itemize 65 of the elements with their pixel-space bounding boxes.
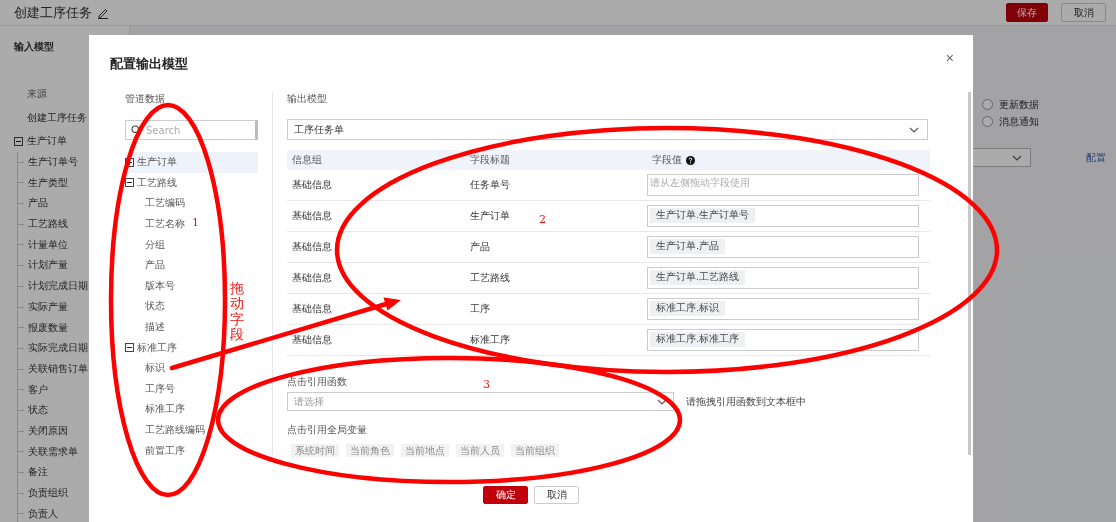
dialog-title: 配置输出模型 [110,57,188,71]
annotation-number: 2 [539,213,546,226]
option-label: 更新数据 [999,97,1039,112]
value-field[interactable]: 标准工序.标准工序 [647,329,919,351]
primary-button[interactable]: 保存 [1006,3,1048,22]
table-cell: 基础信息 [292,240,332,254]
collapse-icon[interactable] [125,343,134,353]
table-cell: 基础信息 [292,178,332,192]
field-tag[interactable]: 生产订单.生产订单号 [650,208,756,223]
search-icon [131,125,141,135]
field-tag[interactable]: 标准工序.标识 [650,301,726,316]
value-field[interactable]: 生产订单.工艺路线 [647,267,919,289]
table-cell: 基础信息 [292,209,332,223]
field-tag[interactable]: 生产订单.产品 [650,239,726,254]
field-tag[interactable]: 标准工序.标准工序 [650,332,746,347]
hint-text: 请拖拽引用函数到文本框中 [686,394,806,409]
option-label: 消息通知 [999,114,1039,129]
source-value: 创建工序任务 [27,111,88,125]
config-link[interactable]: 配置 [1086,150,1106,165]
table-cell: 标准工序 [470,333,510,347]
chevron-down-icon [1012,154,1022,161]
page-title: 创建工序任务 [14,3,92,22]
collapse-icon[interactable] [14,136,23,146]
tree-item[interactable]: 负责组织 [18,482,129,504]
table-cell: 任务单号 [470,178,510,192]
section-title: 输出模型 [287,92,328,106]
table-cell: 工艺路线 [470,271,510,285]
secondary-button[interactable]: 取消 [534,486,579,504]
table-cell: 基础信息 [292,302,332,316]
pencil-icon[interactable] [97,6,109,19]
tree-item[interactable]: 负责人 [18,503,129,522]
annotation-number: 3 [483,378,490,391]
search-field[interactable]: Search [125,120,258,140]
value-field[interactable]: 生产订单.生产订单号 [647,205,919,227]
radio-button[interactable] [982,99,993,110]
column-header: 信息组 [291,153,323,167]
scrollbar[interactable] [968,92,971,455]
table-cell: 基础信息 [292,271,332,285]
field-label: 点击引用全局变量 [287,424,367,436]
primary-button[interactable]: 确定 [483,486,528,504]
chevron-down-icon [657,398,667,405]
column-header: 字段标题 [469,153,511,167]
source-label: 来源 [27,87,48,101]
model-select[interactable]: 工序任务单 [287,119,928,140]
table-cell: 工序 [470,302,490,316]
chevron-down-icon [909,126,919,133]
column-header: 字段值 [647,153,930,167]
table-cell: 基础信息 [292,333,332,347]
section-title: 管道数据 [125,92,166,106]
secondary-button[interactable]: 取消 [1061,3,1106,22]
value-field[interactable]: 生产订单.产品 [647,236,919,258]
annotation-text: 拖动字段 [230,281,244,343]
field-label: 点击引用函数 [287,376,347,388]
annotation-number: 1 [192,216,199,229]
table-cell: 产品 [470,240,490,254]
collapse-icon[interactable] [125,178,134,188]
value-field[interactable]: 请从左侧拖动字段使用 [647,174,919,196]
close-button[interactable]: × [945,51,954,65]
panel-title: 输入模型 [14,40,55,54]
tree-item[interactable]: 备注 [18,462,129,483]
table-cell: 生产订单 [470,209,510,223]
radio-button[interactable] [982,116,993,127]
value-field[interactable]: 标准工序.标识 [647,298,919,320]
field-tag[interactable]: 生产订单.工艺路线 [650,270,746,285]
help-icon[interactable] [686,155,695,165]
